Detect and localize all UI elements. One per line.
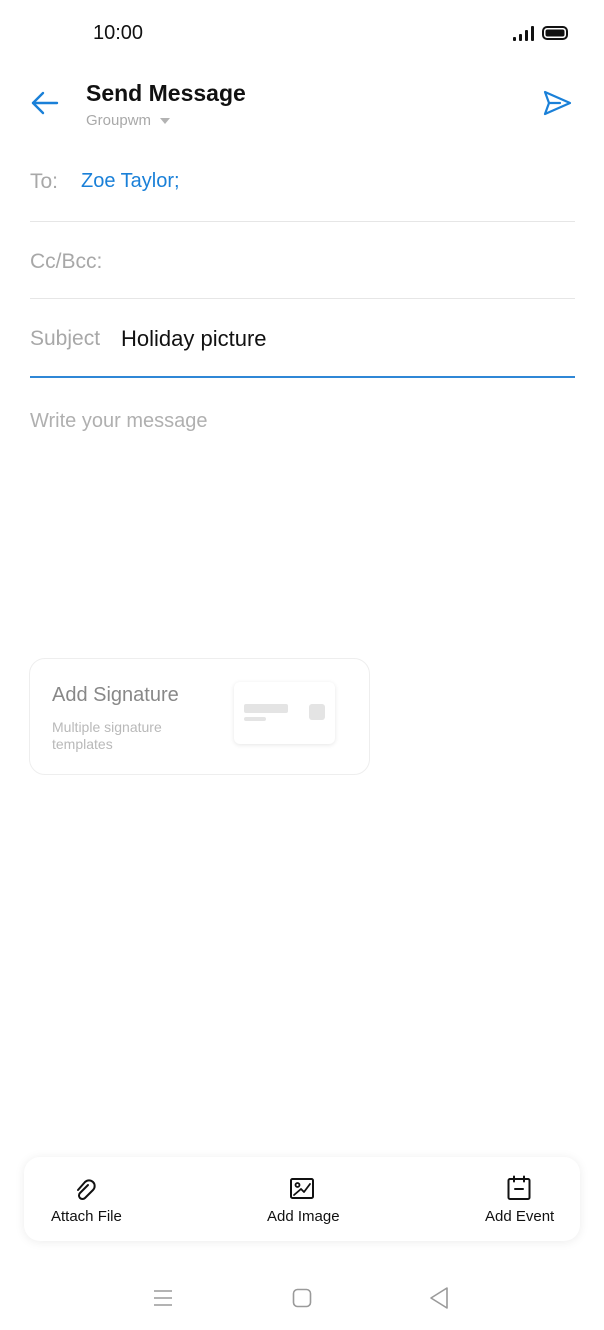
account-label: Groupwm xyxy=(86,112,152,129)
message-body-input[interactable]: Write your message xyxy=(30,410,207,433)
paperclip-icon xyxy=(77,1179,96,1201)
send-icon xyxy=(543,90,572,116)
send-button[interactable] xyxy=(540,86,574,120)
divider xyxy=(30,221,575,222)
subject-underline xyxy=(30,376,575,378)
status-time: 10:00 xyxy=(93,22,144,44)
subject-label: Subject xyxy=(30,327,101,350)
divider xyxy=(30,298,575,299)
signature-title: Add Signature xyxy=(52,684,179,706)
home-icon[interactable] xyxy=(292,1288,312,1308)
menu-icon[interactable] xyxy=(153,1289,173,1307)
add-image-label: Add Image xyxy=(267,1208,340,1225)
compose-toolbar: Attach File Add Image Add Event xyxy=(24,1157,580,1241)
subject-input[interactable]: Holiday picture xyxy=(121,326,267,352)
add-event-button[interactable]: Add Event xyxy=(469,1157,569,1241)
attach-file-button[interactable]: Attach File xyxy=(36,1157,136,1241)
to-recipient[interactable]: Zoe Taylor; xyxy=(81,170,180,193)
battery-icon xyxy=(542,26,568,40)
to-label: To: xyxy=(30,170,59,193)
calendar-icon xyxy=(507,1175,531,1200)
page-title: Send Message xyxy=(86,80,246,106)
back-button[interactable] xyxy=(28,88,62,118)
signature-preview-icon xyxy=(234,682,335,744)
caret-down-icon xyxy=(160,117,171,124)
nav-back-icon[interactable] xyxy=(428,1286,450,1310)
image-icon xyxy=(290,1178,314,1199)
cc-bcc-field[interactable]: Cc/Bcc: xyxy=(30,250,102,274)
arrow-left-icon xyxy=(31,91,59,115)
add-image-button[interactable]: Add Image xyxy=(252,1157,352,1241)
signal-icon xyxy=(513,26,534,41)
account-selector[interactable]: Groupwm xyxy=(86,112,171,129)
add-event-label: Add Event xyxy=(485,1208,555,1225)
signature-subtitle: Multiple signature templates xyxy=(52,719,162,752)
attach-file-label: Attach File xyxy=(51,1208,122,1225)
